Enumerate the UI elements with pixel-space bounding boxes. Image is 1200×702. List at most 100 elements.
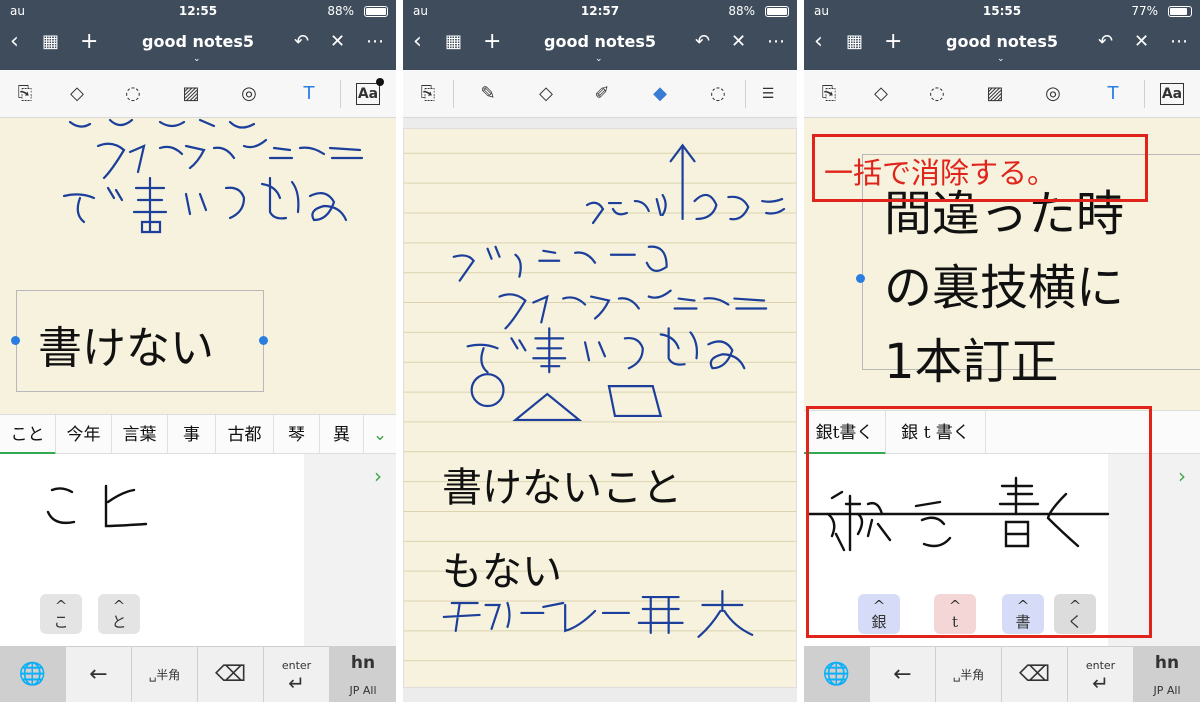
back-key[interactable]: ← [870,647,936,702]
title-row: ‹ ▦ + good notes5 ⌄ ↶ ✕ ⋯ [0,28,396,65]
globe-icon: 🌐 [822,662,851,687]
hw-side-panel: › [304,454,396,646]
typed-line[interactable]: の裏技横に [884,248,1124,318]
enter-key[interactable]: enter ↵ [264,647,330,702]
eraser-icon[interactable]: ◇ [533,82,559,106]
note-page[interactable]: 書けない [0,118,396,414]
lasso-icon[interactable]: ◌ [924,82,950,106]
note-page[interactable]: 書けないこと もない [403,128,797,688]
candidate-item[interactable]: こと [0,415,56,455]
chevron-down-icon[interactable]: ⌄ [193,54,201,64]
text-tool-icon[interactable]: T [296,82,322,106]
jp-all-label: JP All [349,684,377,697]
toolbar-divider [1144,80,1145,108]
image-icon[interactable]: ▨ [982,82,1008,106]
navbar: au 12:57 88% ‹ ▦ + good notes5 ⌄ ↶ ✕ ⋯ [403,0,797,70]
more-icon[interactable]: ⋯ [366,30,384,54]
title-row: ‹ ▦ + good notes5 ⌄ ↶ ✕ ⋯ [804,28,1200,65]
toolbar-divider [745,80,746,108]
battery-icon [364,6,388,17]
input-mode-key[interactable]: hn JP All [1134,647,1200,702]
key-candidate[interactable]: ^ こ [40,594,82,634]
space-key[interactable]: ␣半角 [132,647,198,702]
screenshot-panel-3: au 15:55 77% ‹ ▦ + good notes5 ⌄ ↶ ✕ ⋯ ⎘… [804,0,1200,702]
font-settings-icon[interactable]: Aa [356,78,384,105]
camera-icon[interactable]: ◎ [236,82,262,106]
status-bar: au 12:57 88% [403,0,797,22]
chevron-down-icon[interactable]: ⌄ [997,54,1005,64]
chevron-down-icon[interactable]: ⌄ [364,415,396,455]
battery-percent: 77% [1131,4,1158,18]
status-bar: au 15:55 77% [804,0,1200,22]
candidate-item[interactable]: 異 [320,415,364,455]
undo-icon[interactable]: ↶ [1098,30,1113,54]
read-only-icon[interactable]: ⎘ [12,82,38,106]
chevron-right-icon[interactable]: › [374,464,382,488]
key-candidate[interactable]: ^ と [98,594,140,634]
input-mode-key[interactable]: hn JP All [330,647,396,702]
globe-icon: 🌐 [18,662,47,687]
typed-line[interactable]: 書けないこと [442,455,682,513]
typed-line[interactable]: 1本訂正 [884,322,1059,392]
handwriting-input-area[interactable]: › こと ^こ ^と [0,454,396,646]
shapes-icon[interactable]: ◆ [647,82,673,106]
read-only-icon[interactable]: ⎘ [415,82,441,106]
shapes-icon[interactable]: ◇ [64,82,90,106]
keyboard-row: 🌐 ← ␣半角 ⌫ enter ↵ hn JP All [804,646,1200,702]
arrow-left-icon: ← [89,662,108,687]
space-key[interactable]: ␣半角 [936,647,1002,702]
handwriting-mode-icon: hn [1154,653,1180,673]
candidate-item[interactable]: 古都 [216,415,274,455]
stroke-width-icon[interactable]: ☰ [755,82,781,106]
battery-percent: 88% [327,4,354,18]
candidate-item[interactable]: 琴 [274,415,320,455]
shapes-icon[interactable]: ◇ [868,82,894,106]
back-key[interactable]: ← [66,647,132,702]
note-page[interactable]: 間違った時 の裏技横に 1本訂正 一括で消除する。 [804,118,1200,408]
title-row: ‹ ▦ + good notes5 ⌄ ↶ ✕ ⋯ [403,28,797,65]
camera-icon[interactable]: ◎ [1040,82,1066,106]
pen-off-icon[interactable]: ✕ [330,30,345,54]
pen-icon[interactable]: ✎ [475,82,501,106]
font-settings-icon[interactable]: Aa [1160,83,1184,105]
resize-handle-left[interactable] [11,336,20,345]
candidate-bar: こと 今年 言葉 事 古都 琴 異 ⌄ [0,414,396,455]
highlighter-icon[interactable]: ✐ [589,82,615,106]
delete-key[interactable]: ⌫ [198,647,264,702]
delete-key[interactable]: ⌫ [1002,647,1068,702]
candidate-item[interactable]: 言葉 [112,415,168,455]
typed-line[interactable]: もない [442,539,562,597]
lasso-icon[interactable]: ◌ [705,82,731,106]
resize-handle-left[interactable] [856,274,865,283]
chevron-down-icon[interactable]: ⌄ [595,54,603,64]
enter-icon: ↵ [1092,671,1109,695]
typed-text[interactable]: 書けない [38,312,214,376]
resize-handle-right[interactable] [259,336,268,345]
annotation-text: 一括で消除する。 [824,156,1057,190]
jp-all-label: JP All [1153,684,1181,697]
more-icon[interactable]: ⋯ [1170,30,1188,54]
pen-off-icon[interactable]: ✕ [1134,30,1149,54]
navbar: au 15:55 77% ‹ ▦ + good notes5 ⌄ ↶ ✕ ⋯ [804,0,1200,70]
pen-off-icon[interactable]: ✕ [731,30,746,54]
handwriting-mode-icon: hn [350,653,376,673]
candidate-item[interactable]: 今年 [56,415,112,455]
more-icon[interactable]: ⋯ [767,30,785,54]
tool-bar: ⎘ ◇ ◌ ▨ ◎ T Aa [804,70,1200,118]
chevron-right-icon[interactable]: › [1178,464,1186,488]
space-label: ␣半角 [952,668,985,682]
lasso-icon[interactable]: ◌ [120,82,146,106]
annotation-box [806,406,1152,638]
globe-key[interactable]: 🌐 [0,647,66,702]
enter-key[interactable]: enter ↵ [1068,647,1134,702]
undo-icon[interactable]: ↶ [695,30,710,54]
enter-icon: ↵ [288,671,305,695]
lined-paper [404,143,796,662]
text-tool-icon[interactable]: T [1100,82,1126,106]
candidate-item[interactable]: 事 [168,415,216,455]
undo-icon[interactable]: ↶ [294,30,309,54]
globe-key[interactable]: 🌐 [804,647,870,702]
image-icon[interactable]: ▨ [178,82,204,106]
read-only-icon[interactable]: ⎘ [816,82,842,106]
status-bar: au 12:55 88% [0,0,396,22]
